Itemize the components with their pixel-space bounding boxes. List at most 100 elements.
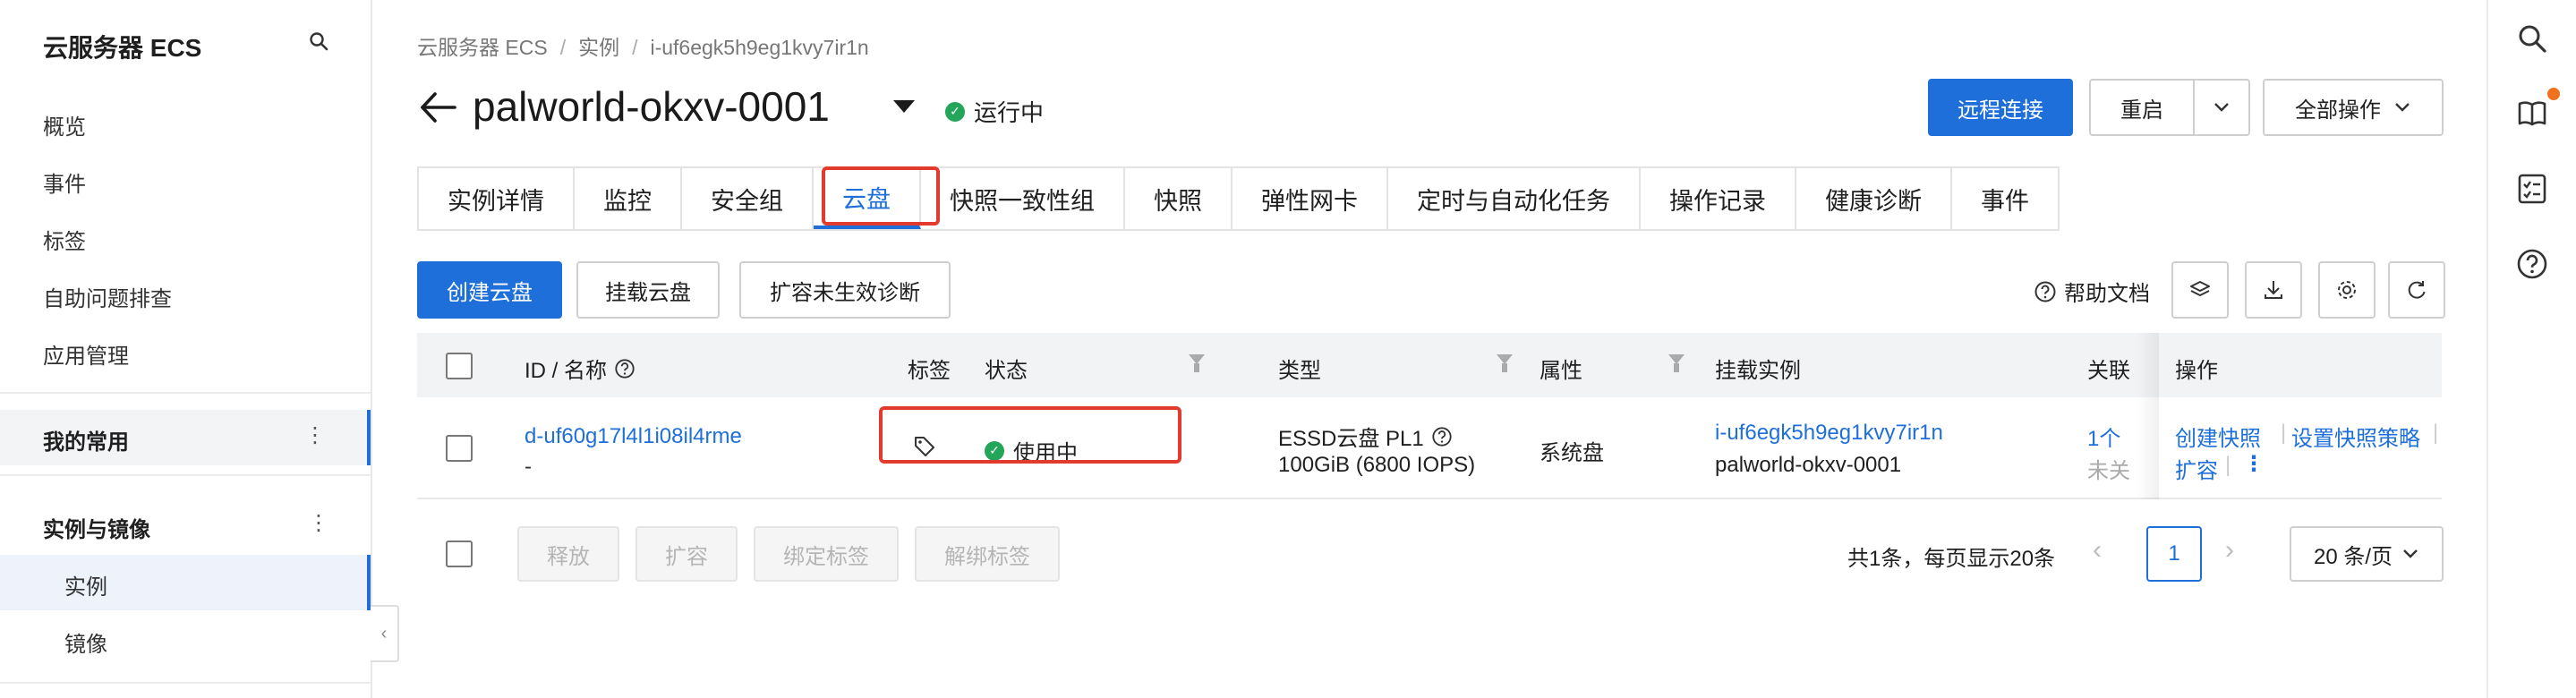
create-disk-button[interactable]: 创建云盘 <box>417 261 562 319</box>
breadcrumb-ecs[interactable]: 云服务器 ECS <box>417 36 548 59</box>
back-arrow-icon[interactable] <box>419 89 458 125</box>
all-operations-button[interactable]: 全部操作 <box>2263 79 2444 136</box>
help-doc-label: 帮助文档 <box>2064 282 2150 306</box>
question-circle-icon[interactable] <box>614 358 635 379</box>
column-label: ID / 名称 <box>525 359 608 383</box>
highlight-box <box>822 166 940 226</box>
tab-events[interactable]: 事件 <box>1952 168 2058 229</box>
sidebar-divider <box>0 682 371 684</box>
sidebar-item-images[interactable]: 镜像 <box>0 612 371 668</box>
remote-connect-button[interactable]: 远程连接 <box>1928 79 2073 136</box>
create-snapshot-link[interactable]: 创建快照 <box>2175 421 2261 452</box>
disk-type: ESSD云盘 PL1 <box>1278 421 1453 452</box>
sidebar-divider <box>0 392 371 394</box>
chevron-down-icon <box>2214 103 2229 112</box>
download-icon <box>2265 281 2282 299</box>
all-operations-label: 全部操作 <box>2295 98 2381 123</box>
select-all-checkbox[interactable] <box>446 353 473 379</box>
sidebar-item-tags[interactable]: 标签 <box>43 224 86 255</box>
restart-button[interactable]: 重启 <box>2089 79 2195 136</box>
tab-instance-details[interactable]: 实例详情 <box>419 168 575 229</box>
tab-health-diagnosis[interactable]: 健康诊断 <box>1796 168 1952 229</box>
layers-button[interactable] <box>2171 261 2229 319</box>
filter-icon[interactable] <box>1668 354 1685 372</box>
related-link[interactable]: 1个 <box>2087 421 2130 452</box>
filter-icon[interactable] <box>1497 354 1513 372</box>
tab-bar: 实例详情 监控 安全组 云盘 快照一致性组 快照 弹性网卡 定时与自动化任务 操… <box>417 166 2060 231</box>
column-type: 类型 <box>1278 359 1321 383</box>
book-icon[interactable] <box>2515 97 2549 131</box>
bind-tag-button[interactable]: 绑定标签 <box>754 526 899 582</box>
more-icon[interactable]: ⋮ <box>308 510 329 536</box>
checklist-icon[interactable] <box>2515 172 2549 206</box>
tab-snapshot-consistency-group[interactable]: 快照一致性组 <box>921 168 1125 229</box>
disk-id-link[interactable]: d-uf60g17l4l1i08il4rme <box>525 424 742 449</box>
bulk-select-checkbox[interactable] <box>446 541 473 567</box>
check-circle-icon: ✓ <box>945 101 965 122</box>
action-separator: | <box>2225 453 2231 477</box>
filter-icon[interactable] <box>1189 354 1205 372</box>
right-utility-bar <box>2486 0 2576 698</box>
column-tags: 标签 <box>908 359 951 383</box>
attach-disk-button[interactable]: 挂载云盘 <box>576 261 720 319</box>
sidebar: 云服务器 ECS 概览 事件 标签 自助问题排查 应用管理 我的常用 ⋮ 实例与… <box>0 0 372 698</box>
row-checkbox[interactable] <box>446 435 473 462</box>
disk-capacity: 100GiB (6800 IOPS) <box>1278 453 1476 477</box>
chevron-down-icon <box>2395 103 2410 112</box>
expand-button[interactable]: 扩容 <box>635 526 738 582</box>
instance-switch-caret-icon[interactable] <box>893 100 915 113</box>
sidebar-item-troubleshoot[interactable]: 自助问题排查 <box>43 281 172 312</box>
breadcrumb-instances[interactable]: 实例 <box>578 36 619 59</box>
settings-button[interactable] <box>2318 261 2376 319</box>
status-text: 运行中 <box>974 99 1045 126</box>
page-number-1[interactable]: 1 <box>2146 526 2202 582</box>
column-attribute: 属性 <box>1540 359 1582 383</box>
pagination-summary: 共1条，每页显示20条 <box>1847 547 2056 571</box>
prev-page-button[interactable]: ‹ <box>2093 535 2102 566</box>
page-size-select[interactable]: 20 条/页 <box>2290 526 2444 582</box>
sidebar-item-label: 镜像 <box>64 633 107 657</box>
next-page-button[interactable]: › <box>2225 535 2234 566</box>
refresh-icon <box>2408 281 2426 299</box>
gear-icon <box>2338 281 2356 299</box>
download-button[interactable] <box>2245 261 2302 319</box>
column-attached-instance: 挂载实例 <box>1715 359 1801 383</box>
breadcrumb-separator: / <box>559 36 567 59</box>
search-icon[interactable] <box>308 30 329 52</box>
search-icon[interactable] <box>2515 21 2549 55</box>
tab-security-group[interactable]: 安全组 <box>682 168 814 229</box>
sidebar-item-app-management[interactable]: 应用管理 <box>43 338 129 370</box>
tab-elastic-nic[interactable]: 弹性网卡 <box>1233 168 1388 229</box>
breadcrumb-separator: / <box>632 36 638 59</box>
tab-operation-log[interactable]: 操作记录 <box>1641 168 1796 229</box>
more-actions-icon[interactable]: ⋮ <box>2243 451 2265 477</box>
restart-dropdown-button[interactable] <box>2193 79 2250 136</box>
sidebar-item-overview[interactable]: 概览 <box>43 109 86 140</box>
refresh-button[interactable] <box>2388 261 2445 319</box>
sidebar-group-label: 我的常用 <box>43 430 129 455</box>
attached-instance-link[interactable]: i-uf6egk5h9eg1kvy7ir1n <box>1715 421 1943 446</box>
breadcrumb: 云服务器 ECS / 实例 / i-uf6egk5h9eg1kvy7ir1n <box>417 30 869 61</box>
layers-icon <box>2190 281 2210 296</box>
tab-scheduled-tasks[interactable]: 定时与自动化任务 <box>1388 168 1641 229</box>
action-separator: | <box>2433 421 2439 445</box>
breadcrumb-instance-id: i-uf6egk5h9eg1kvy7ir1n <box>650 36 869 59</box>
tab-snapshot[interactable]: 快照 <box>1125 168 1233 229</box>
sidebar-item-events[interactable]: 事件 <box>43 166 86 198</box>
set-snapshot-policy-link[interactable]: 设置快照策略 <box>2291 421 2420 452</box>
sidebar-group-favorites[interactable]: 我的常用 ⋮ <box>0 410 371 465</box>
more-icon[interactable]: ⋮ <box>304 422 326 448</box>
help-doc-link[interactable]: 帮助文档 <box>2034 276 2150 307</box>
expand-disk-link[interactable]: 扩容 <box>2175 453 2218 484</box>
question-circle-icon[interactable] <box>1431 426 1453 447</box>
sidebar-item-label: 实例 <box>64 575 107 600</box>
unbind-tag-button[interactable]: 解绑标签 <box>915 526 1060 582</box>
release-button[interactable]: 释放 <box>517 526 619 582</box>
disk-type-category: ESSD云盘 PL1 <box>1278 427 1424 451</box>
attached-instance-name: palworld-okxv-0001 <box>1715 453 1902 477</box>
sidebar-item-instances[interactable]: 实例 <box>0 555 371 610</box>
tab-monitoring[interactable]: 监控 <box>575 168 682 229</box>
sidebar-group-instances-images[interactable]: 实例与镜像 ⋮ <box>0 498 371 553</box>
expand-diagnosis-button[interactable]: 扩容未生效诊断 <box>739 261 951 319</box>
help-icon[interactable] <box>2515 247 2549 281</box>
